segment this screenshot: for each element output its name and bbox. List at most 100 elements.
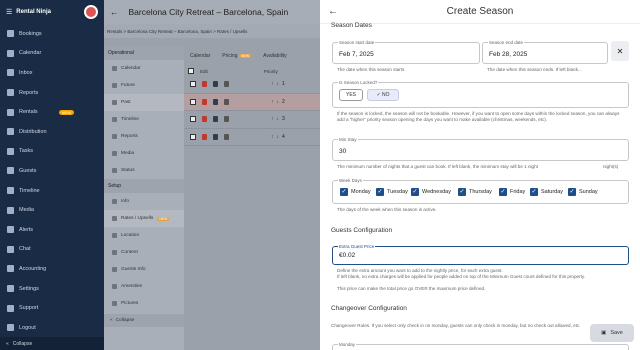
row-checkbox[interactable] xyxy=(190,116,196,123)
menu-icon[interactable]: ☰ xyxy=(6,8,12,16)
table-row[interactable]: ↑ ↓ 4 xyxy=(184,129,320,146)
edit-icon[interactable] xyxy=(213,133,218,140)
nav-item-tasks[interactable]: Tasks xyxy=(0,142,104,162)
nav-item-distribution[interactable]: Distribution xyxy=(0,122,104,142)
edit-icon[interactable] xyxy=(213,116,218,123)
checkbox-checked-icon[interactable]: ✓ xyxy=(499,188,507,196)
table-row[interactable]: ↑ ↓ 1 xyxy=(184,76,320,94)
breadcrumb[interactable]: Rentals > Barcelona City Retreat – Barce… xyxy=(104,24,320,38)
season-start-field[interactable]: Season start date Feb 7, 2025 xyxy=(332,40,480,64)
table-header: Edit Priority xyxy=(184,66,320,76)
arrow-up-icon[interactable]: ↑ xyxy=(271,99,274,105)
nav-item-rentals[interactable]: Rentals NEW xyxy=(0,102,104,122)
checkbox-checked-icon[interactable]: ✓ xyxy=(458,188,466,196)
nav-item-reports[interactable]: Reports xyxy=(0,83,104,103)
locked-no-button[interactable]: ✓ NO xyxy=(367,89,399,101)
checkbox-checked-icon[interactable]: ✓ xyxy=(530,188,538,196)
delete-icon[interactable] xyxy=(202,98,207,105)
nav-item-timeline[interactable]: Timeline xyxy=(0,181,104,201)
season-end-helper: The date when this season ends. If left … xyxy=(487,67,582,72)
arrow-down-icon[interactable]: ↓ xyxy=(277,81,280,87)
nav-item-chat[interactable]: Chat xyxy=(0,240,104,260)
row-checkbox[interactable] xyxy=(190,133,196,140)
weekday-friday[interactable]: ✓ Friday xyxy=(499,188,525,196)
nav-item-guests[interactable]: Guests xyxy=(0,161,104,181)
clear-end-date-button[interactable]: ✕ xyxy=(611,41,629,61)
copy-icon[interactable] xyxy=(224,133,229,140)
panel-header: ← Create Season xyxy=(320,0,640,24)
delete-icon[interactable] xyxy=(202,116,207,123)
subnav-item-content[interactable]: Content xyxy=(104,244,184,261)
checkbox-checked-icon[interactable]: ✓ xyxy=(568,188,576,196)
copy-icon[interactable] xyxy=(224,116,229,123)
arrow-down-icon[interactable]: ↓ xyxy=(277,116,280,122)
subnav-item-guests-info[interactable]: Guests Info xyxy=(104,261,184,278)
logout-icon xyxy=(7,324,14,332)
tab-availability[interactable]: Availability xyxy=(263,53,287,59)
subnav-item-amenities[interactable]: Amenities xyxy=(104,278,184,295)
tab-calendar[interactable]: Calendar xyxy=(190,53,210,59)
weekday-thursday[interactable]: ✓ Thursday xyxy=(458,188,492,196)
subnav-item-rates-upsells[interactable]: Rates / Upsells NEW xyxy=(104,210,184,227)
subnav-item-calendar[interactable]: Calendar xyxy=(104,60,184,77)
back-arrow-icon[interactable]: ← xyxy=(110,7,119,17)
table-row[interactable]: ↑ ↓ 2 xyxy=(184,93,320,111)
tab-pricing-label: Pricing xyxy=(222,53,238,59)
extra-guest-price-field[interactable]: Extra Guest Price €0.02 xyxy=(332,244,629,265)
weekday-tuesday[interactable]: ✓ Tuesday xyxy=(376,188,408,196)
row-checkbox[interactable] xyxy=(190,98,196,105)
subnav-item-past[interactable]: Past xyxy=(104,94,184,111)
arrow-up-icon[interactable]: ↑ xyxy=(271,116,274,122)
locked-yes-button[interactable]: YES xyxy=(339,89,363,101)
subnav-item-status[interactable]: Status xyxy=(104,162,184,179)
changeover-field-label: Monday xyxy=(338,342,357,347)
changeover-field[interactable]: Monday xyxy=(332,342,629,350)
avatar[interactable] xyxy=(84,5,98,19)
select-all-checkbox[interactable] xyxy=(188,68,194,74)
weekday-saturday[interactable]: ✓ Saturday xyxy=(530,188,563,196)
back-arrow-icon[interactable]: ← xyxy=(328,6,344,17)
arrow-up-icon[interactable]: ↑ xyxy=(271,134,274,140)
checkbox-checked-icon[interactable]: ✓ xyxy=(340,188,348,196)
nav-item-logout[interactable]: Logout xyxy=(0,318,104,338)
subnav-item-location[interactable]: Location xyxy=(104,227,184,244)
nav-item-support[interactable]: Support xyxy=(0,298,104,318)
nav-collapse-button[interactable]: « Collapse xyxy=(0,337,104,350)
weekday-sunday[interactable]: ✓ Sunday xyxy=(568,188,598,196)
min-stay-field[interactable]: Min Stay 30 xyxy=(332,137,629,161)
save-button[interactable]: ▣ Save xyxy=(590,324,634,342)
delete-icon[interactable] xyxy=(202,81,207,88)
weekday-wednesday[interactable]: ✓ Wednesday xyxy=(411,188,451,196)
nav-item-media[interactable]: Media xyxy=(0,200,104,220)
subnav-item-media[interactable]: Media xyxy=(104,145,184,162)
arrow-up-icon[interactable]: ↑ xyxy=(271,81,274,87)
nav-item-inbox[interactable]: Inbox xyxy=(0,63,104,83)
subnav-item-future[interactable]: Future xyxy=(104,77,184,94)
weekday-monday[interactable]: ✓ Monday xyxy=(340,188,371,196)
sub-collapse-button[interactable]: « Collapse xyxy=(104,314,184,327)
edit-icon[interactable] xyxy=(213,98,218,105)
nav-item-bookings[interactable]: Bookings xyxy=(0,24,104,44)
subnav-label: Status xyxy=(121,168,135,173)
checkbox-checked-icon[interactable]: ✓ xyxy=(376,188,384,196)
delete-icon[interactable] xyxy=(202,133,207,140)
nav-item-calendar[interactable]: Calendar xyxy=(0,44,104,64)
subnav-item-pictures[interactable]: Pictures xyxy=(104,295,184,312)
copy-icon[interactable] xyxy=(224,98,229,105)
arrow-down-icon[interactable]: ↓ xyxy=(277,134,280,140)
copy-icon[interactable] xyxy=(224,81,229,88)
subnav-item-info[interactable]: Info xyxy=(104,193,184,210)
table-row[interactable]: ↑ ↓ 3 xyxy=(184,111,320,129)
row-checkbox[interactable] xyxy=(190,81,196,88)
nav-item-settings[interactable]: Settings xyxy=(0,279,104,299)
subnav-item-reports[interactable]: Reports xyxy=(104,128,184,145)
edit-icon[interactable] xyxy=(213,81,218,88)
nav-item-label: Rentals xyxy=(19,109,38,116)
nav-item-accounting[interactable]: Accounting xyxy=(0,259,104,279)
arrow-down-icon[interactable]: ↓ xyxy=(277,99,280,105)
tab-pricing[interactable]: Pricing NEW xyxy=(222,53,252,59)
nav-item-alerts[interactable]: Alerts xyxy=(0,220,104,240)
checkbox-checked-icon[interactable]: ✓ xyxy=(411,188,419,196)
season-end-field[interactable]: Season end date Feb 28, 2025 xyxy=(482,40,608,64)
subnav-item-timeline[interactable]: Timeline xyxy=(104,111,184,128)
